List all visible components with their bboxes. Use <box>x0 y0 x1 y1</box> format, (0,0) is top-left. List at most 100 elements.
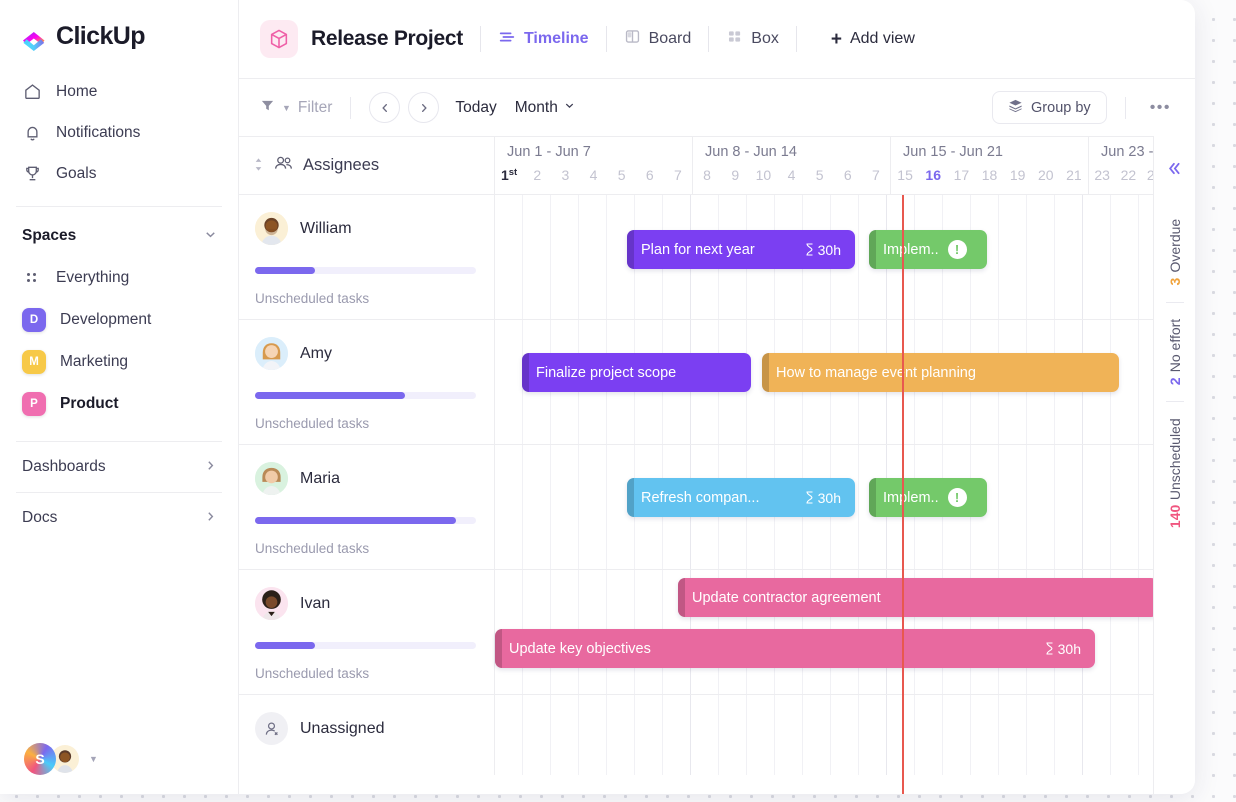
task-bar[interactable]: Implem.. ! <box>869 230 987 269</box>
task-title: Update key objectives <box>509 640 651 657</box>
grid <box>495 695 1195 775</box>
row-assignee[interactable]: Ivan Unscheduled tasks <box>239 570 495 694</box>
group-by-label: Group by <box>1031 99 1091 116</box>
priority-badge: ! <box>947 488 967 507</box>
rail-item-unscheduled[interactable]: 140 Unscheduled <box>1167 402 1183 544</box>
add-view-button[interactable]: + Add view <box>831 30 915 49</box>
separator <box>708 26 710 52</box>
sidebar: ClickUp Home Notifications Goals Spaces … <box>0 0 239 794</box>
tab-timeline[interactable]: Timeline <box>498 28 589 51</box>
home-icon <box>22 82 42 102</box>
progress-fill <box>255 267 315 274</box>
sidebar-item-docs[interactable]: Docs <box>0 493 238 543</box>
rail-item-overdue[interactable]: 3 Overdue <box>1167 203 1183 302</box>
tab-box[interactable]: Box <box>726 28 779 50</box>
user-menu-caret-icon[interactable]: ▼ <box>89 754 98 764</box>
sidebar-item-development[interactable]: D Development <box>0 299 238 341</box>
rail-count: 2 <box>1166 376 1183 385</box>
day-cell: 4 <box>787 167 796 183</box>
week-column: Jun 8 - Jun 14 8 9 10 4 5 6 7 <box>693 137 891 194</box>
sidebar-item-notifications[interactable]: Notifications <box>0 112 238 153</box>
task-bar[interactable]: Plan for next year 30h <box>627 230 855 269</box>
range-selector[interactable]: Month <box>515 99 576 117</box>
task-bar[interactable]: Finalize project scope <box>522 353 751 392</box>
group-by-button[interactable]: Group by <box>992 91 1107 124</box>
task-bar[interactable]: Update key objectives 30h <box>495 629 1095 668</box>
day-cell: 22 <box>1120 167 1137 183</box>
task-bar[interactable]: Refresh compan... 30h <box>627 478 855 517</box>
sidebar-item-marketing[interactable]: M Marketing <box>0 341 238 383</box>
sidebar-item-goals[interactable]: Goals <box>0 153 238 194</box>
sidebar-item-home[interactable]: Home <box>0 71 238 112</box>
assignee-name: Unassigned <box>300 719 385 737</box>
timeline-row: Amy Unscheduled tasks Finalize project s… <box>239 320 1195 445</box>
tab-board[interactable]: Board <box>624 28 691 50</box>
timeline-toolbar: ▼ Filter Today Month Group by ••• <box>239 79 1195 136</box>
task-title: How to manage event planning <box>776 364 976 381</box>
day-cell: 2 <box>533 167 542 183</box>
row-assignee[interactable]: Amy Unscheduled tasks <box>239 320 495 444</box>
timeline-body: William Unscheduled tasks Plan for next … <box>239 195 1195 794</box>
row-track: Finalize project scope How to manage eve… <box>495 320 1195 444</box>
side-rail: 3 Overdue 2 No effort 140 Unscheduled <box>1153 136 1195 794</box>
main-area: Release Project Timeline Board Box + Add… <box>239 0 1195 794</box>
sidebar-item-dashboards[interactable]: Dashboards <box>0 442 238 492</box>
sidebar-item-home-label: Home <box>56 82 98 100</box>
rail-count: 3 <box>1166 277 1183 286</box>
chevron-down-icon[interactable] <box>203 227 218 246</box>
avatar[interactable] <box>255 212 288 245</box>
filter-button[interactable]: ▼ Filter <box>260 98 332 118</box>
task-bar[interactable]: Update contractor agreement <box>678 578 1158 617</box>
clickup-logo[interactable]: ClickUp <box>0 0 238 51</box>
row-assignee[interactable]: Unassigned <box>239 695 495 775</box>
rail-label: Unscheduled <box>1166 417 1183 500</box>
row-track: Update contractor agreement Update key o… <box>495 570 1195 694</box>
rail-label: Overdue <box>1166 219 1183 273</box>
day-cell: 23 <box>1094 167 1110 183</box>
assignees-column-header[interactable]: Assignees <box>239 137 495 194</box>
sidebar-item-notifications-label: Notifications <box>56 123 141 141</box>
sort-icon[interactable] <box>253 157 264 175</box>
day-cells: 8 9 10 4 5 6 7 <box>693 166 890 194</box>
assignee-name: William <box>300 219 352 237</box>
task-title: Update contractor agreement <box>692 589 881 606</box>
sidebar-item-everything[interactable]: Everything <box>0 257 238 299</box>
assignee-name: Amy <box>300 344 332 362</box>
chevron-double-left-icon[interactable] <box>1166 160 1183 181</box>
rail-item-no-effort[interactable]: 2 No effort <box>1167 303 1183 401</box>
task-bar[interactable]: Implem.. ! <box>869 478 987 517</box>
day-cell: 1st <box>500 167 518 183</box>
task-bar[interactable]: How to manage event planning <box>762 353 1119 392</box>
task-hours: 30h <box>804 242 841 258</box>
box-icon <box>726 28 743 50</box>
avatar[interactable] <box>255 337 288 370</box>
tab-timeline-label: Timeline <box>523 30 589 47</box>
prev-period-button[interactable] <box>369 92 401 123</box>
today-button[interactable]: Today <box>455 99 496 117</box>
more-options-button[interactable]: ••• <box>1144 99 1177 117</box>
unassigned-avatar-icon <box>255 712 288 745</box>
row-track: Refresh compan... 30h Implem.. ! <box>495 445 1195 569</box>
workspace-avatar[interactable]: S <box>24 743 56 775</box>
day-cell: 3 <box>561 167 570 183</box>
sidebar-footer: S ▼ <box>0 724 239 794</box>
timeline-row: William Unscheduled tasks Plan for next … <box>239 195 1195 320</box>
avatar[interactable] <box>255 587 288 620</box>
avatar[interactable] <box>255 462 288 495</box>
timeline: Assignees Jun 1 - Jun 7 1st 2 3 4 5 6 7 … <box>239 136 1195 794</box>
next-period-button[interactable] <box>408 92 440 123</box>
spaces-section-header[interactable]: Spaces <box>0 215 238 257</box>
range-label: Month <box>514 98 558 116</box>
sidebar-item-product[interactable]: P Product <box>0 383 238 425</box>
row-assignee[interactable]: Maria Unscheduled tasks <box>239 445 495 569</box>
row-assignee[interactable]: William Unscheduled tasks <box>239 195 495 319</box>
progress-fill <box>255 517 457 524</box>
app-window: ClickUp Home Notifications Goals Spaces … <box>0 0 1195 794</box>
day-cells: 15 16 17 18 19 20 21 <box>891 166 1088 194</box>
week-column: Jun 15 - Jun 21 15 16 17 18 19 20 21 <box>891 137 1089 194</box>
day-cell: 5 <box>617 167 626 183</box>
filter-caret-icon: ▼ <box>282 102 291 113</box>
week-label: Jun 15 - Jun 21 <box>903 143 1003 160</box>
sidebar-divider <box>16 206 222 207</box>
view-header: Release Project Timeline Board Box + Add… <box>239 0 1195 79</box>
